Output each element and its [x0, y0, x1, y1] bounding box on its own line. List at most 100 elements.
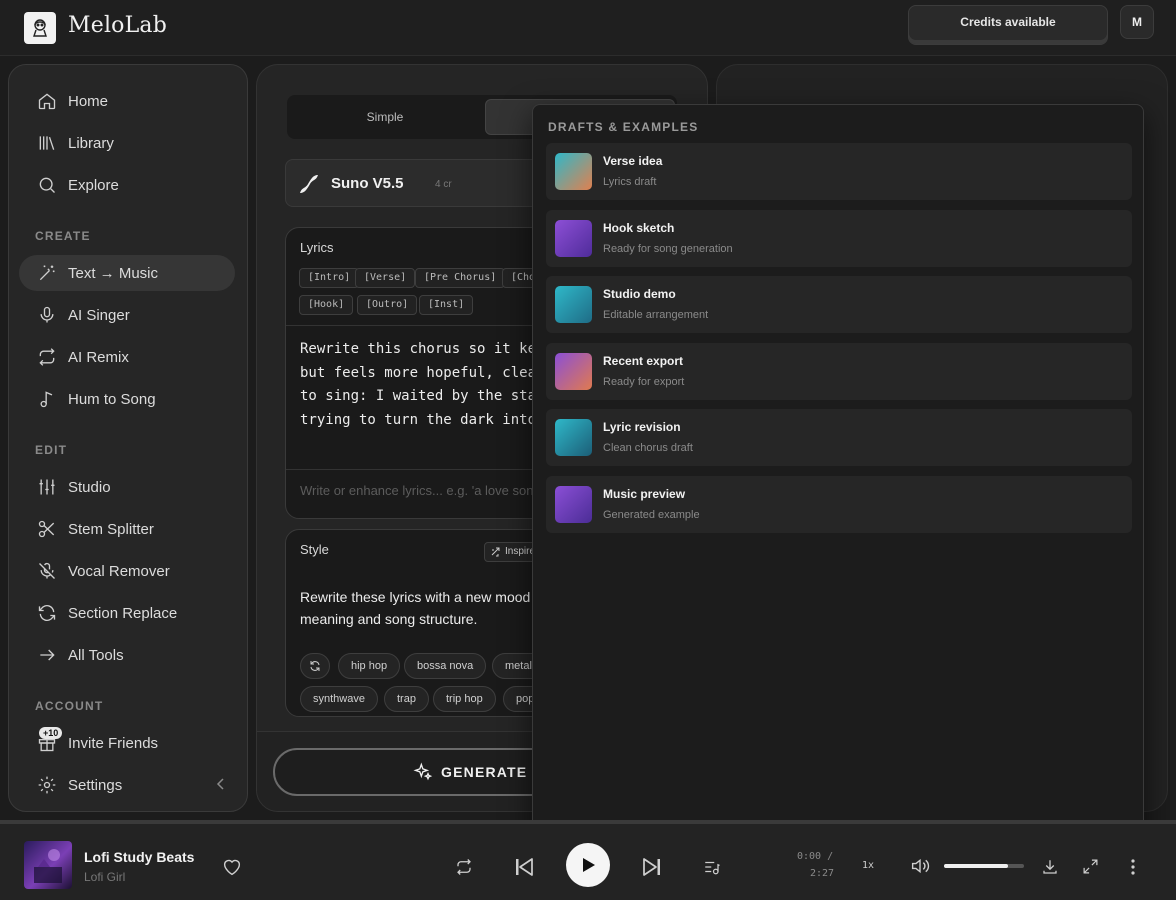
tag-outro[interactable]: [Outro]	[357, 295, 418, 315]
sliders-icon	[39, 479, 55, 495]
refresh-chips-button[interactable]	[300, 653, 330, 679]
sidebar-item-settings[interactable]: Settings	[19, 767, 235, 803]
previous-track-icon[interactable]	[514, 857, 534, 877]
time-current: 0:00 /	[797, 851, 834, 862]
scissors-icon	[38, 520, 55, 538]
sidebar-item-ai-singer[interactable]: AI Singer	[19, 297, 235, 333]
sidebar-item-label: Settings	[68, 776, 123, 794]
tag-hook[interactable]: [Hook]	[299, 295, 354, 315]
section-label-create: CREATE	[35, 229, 91, 243]
gear-icon	[38, 776, 56, 794]
draft-item[interactable]: Verse idea Lyrics draft	[546, 143, 1132, 200]
repeat-icon	[39, 348, 55, 366]
draft-item[interactable]: Studio demo Editable arrangement	[546, 276, 1132, 334]
app-name[interactable]: MeloLab	[68, 13, 167, 38]
sidebar-item-all-tools[interactable]: All Tools	[19, 637, 235, 673]
draft-thumbnail	[555, 486, 592, 523]
track-cover[interactable]	[24, 841, 72, 889]
sidebar-item-label: All Tools	[68, 646, 124, 664]
draft-name: Verse idea	[603, 154, 663, 168]
tag-verse[interactable]: [Verse]	[355, 268, 416, 288]
draft-name: Music preview	[603, 487, 686, 501]
arrow-right-icon	[40, 649, 55, 661]
refresh-icon	[310, 661, 320, 671]
section-label-edit: EDIT	[35, 443, 68, 457]
expand-icon[interactable]	[1082, 858, 1099, 875]
draft-subtitle: Ready for export	[603, 375, 685, 388]
queue-icon[interactable]	[703, 858, 721, 876]
sidebar-item-label: Text → Music	[68, 264, 159, 282]
sidebar-item-section-replace[interactable]: Section Replace	[19, 595, 235, 631]
sidebar-item-ai-remix[interactable]: AI Remix	[19, 339, 235, 375]
more-options-icon[interactable]	[1130, 858, 1136, 876]
microphone-icon	[40, 306, 54, 323]
drafts-title: DRAFTS & EXAMPLES	[548, 120, 699, 134]
mode-simple-tab[interactable]: Simple	[287, 95, 483, 139]
app-header: MeloLab Credits available M	[0, 0, 1176, 56]
sidebar-item-label: Library	[68, 134, 114, 152]
sidebar-item-library[interactable]: Library	[19, 125, 235, 161]
avatar[interactable]: M	[1120, 5, 1154, 39]
library-icon	[39, 136, 55, 150]
download-icon[interactable]	[1041, 858, 1059, 876]
tag-pre-chorus[interactable]: [Pre Chorus]	[415, 268, 506, 288]
volume-fill	[944, 864, 1008, 868]
suno-logo-icon	[300, 175, 318, 193]
draft-subtitle: Ready for song generation	[603, 242, 733, 255]
draft-thumbnail	[555, 352, 592, 390]
time-total: 2:27	[810, 868, 835, 879]
sidebar-item-explore[interactable]: Explore	[19, 167, 235, 203]
draft-thumbnail	[555, 419, 592, 457]
credits-button[interactable]: Credits available	[908, 5, 1108, 45]
volume-icon[interactable]	[910, 857, 930, 875]
lyrics-title: Lyrics	[300, 240, 334, 255]
sparkles-icon	[413, 762, 433, 781]
style-chip[interactable]: hip hop	[338, 653, 401, 679]
sidebar-item-stem-splitter[interactable]: Stem Splitter	[19, 511, 235, 547]
sidebar-item-label: AI Remix	[68, 348, 129, 366]
heart-icon[interactable]	[222, 858, 242, 876]
draft-item[interactable]: Music preview Generated example	[546, 476, 1132, 533]
invite-badge: +10	[39, 727, 63, 739]
inspire-label: Inspire	[505, 546, 536, 557]
style-chip[interactable]: bossa nova	[404, 653, 487, 679]
tag-intro[interactable]: [Intro]	[299, 268, 360, 288]
draft-item[interactable]: Recent export Ready for export	[546, 342, 1132, 400]
play-icon	[583, 858, 595, 872]
draft-subtitle: Clean chorus draft	[603, 442, 693, 455]
sidebar-item-label: Studio	[68, 478, 111, 496]
logo-icon[interactable]	[24, 12, 56, 44]
shuffle-icon	[491, 547, 500, 557]
sidebar-item-hum-to-song[interactable]: Hum to Song	[19, 381, 235, 417]
search-icon	[39, 177, 55, 193]
draft-item[interactable]: Lyric revision Clean chorus draft	[546, 409, 1132, 467]
style-chip[interactable]: synthwave	[300, 686, 378, 712]
generate-label: GENERATE	[441, 764, 528, 780]
draft-name: Hook sketch	[603, 220, 675, 235]
play-button[interactable]	[566, 843, 610, 887]
next-track-icon[interactable]	[642, 857, 662, 877]
draft-name: Studio demo	[603, 287, 676, 302]
sidebar-item-text-to-music[interactable]: Text → Music	[19, 255, 235, 291]
draft-thumbnail	[555, 219, 592, 257]
playback-speed-button[interactable]: 1x	[862, 860, 874, 871]
sidebar-item-vocal-remover[interactable]: Vocal Remover	[19, 553, 235, 589]
draft-thumbnail	[555, 286, 592, 324]
tag-inst[interactable]: [Inst]	[419, 295, 474, 315]
sidebar-item-label: Explore	[68, 176, 119, 194]
repeat-icon[interactable]	[455, 858, 473, 876]
style-chip[interactable]: trip hop	[433, 686, 496, 712]
track-artist[interactable]: Lofi Girl	[84, 870, 125, 884]
collapse-sidebar-icon[interactable]	[215, 777, 227, 791]
sidebar-item-label: Stem Splitter	[68, 520, 154, 538]
style-title: Style	[300, 542, 329, 557]
sidebar-item-label: Home	[68, 92, 109, 110]
sidebar-item-home[interactable]: Home	[19, 83, 235, 119]
sidebar-item-label: Section Replace	[68, 604, 178, 622]
volume-slider[interactable]	[944, 864, 1024, 868]
draft-item[interactable]: Hook sketch Ready for song generation	[546, 209, 1132, 267]
sidebar-item-studio[interactable]: Studio	[19, 469, 235, 505]
track-title[interactable]: Lofi Study Beats	[84, 849, 194, 865]
style-chip[interactable]: trap	[384, 686, 429, 712]
sidebar-item-label: AI Singer	[68, 306, 130, 324]
